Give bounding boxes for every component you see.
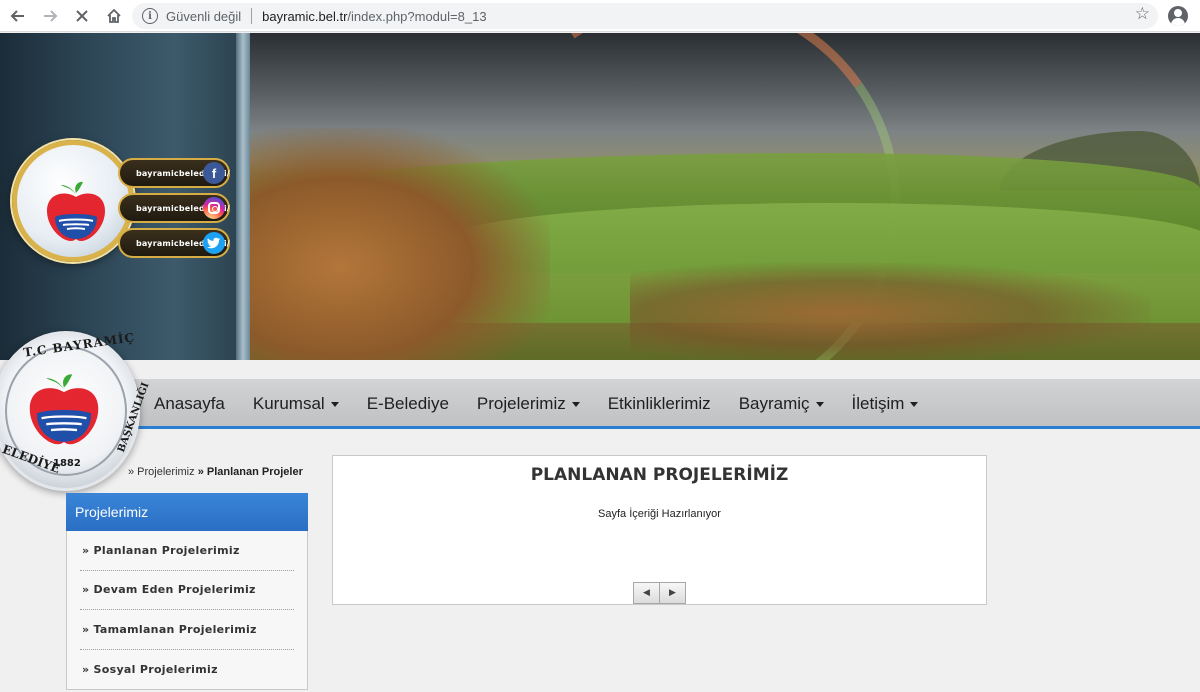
seal-year: 1882 <box>53 458 81 469</box>
header-divider <box>236 33 250 360</box>
omnibox-separator <box>251 8 253 24</box>
caret-down-icon <box>910 401 919 407</box>
menu-item-projelerimiz[interactable]: Projelerimiz <box>463 394 594 414</box>
menu-item-anasayfa[interactable]: Anasayfa <box>140 394 239 414</box>
stop-loading-icon[interactable] <box>68 2 96 30</box>
menu-item-etkinliklerimiz[interactable]: Etkinliklerimiz <box>594 394 725 414</box>
forward-arrow-icon[interactable] <box>36 2 64 30</box>
sidebar-menu: » Planlanan Projelerimiz » Devam Eden Pr… <box>66 531 308 690</box>
menu-label: Kurumsal <box>252 394 325 413</box>
facebook-link[interactable]: bayramicbelediyesi/ f <box>118 158 230 188</box>
menu-label: Etkinliklerimiz <box>607 394 711 413</box>
caret-down-icon <box>815 401 824 407</box>
facebook-icon: f <box>203 162 225 184</box>
municipality-logo[interactable] <box>12 140 134 262</box>
menu-label: E-Belediye <box>366 394 449 413</box>
menu-item-kurumsal[interactable]: Kurumsal <box>239 394 353 414</box>
sidebar-item-devam-eden[interactable]: » Devam Eden Projelerimiz <box>80 571 294 610</box>
arrow-left-icon: ◀ <box>643 588 650 598</box>
main-menu: Anasayfa Kurumsal E-Belediye Projelerimi… <box>140 379 932 429</box>
municipality-seal[interactable]: T.C BAYRAMİÇ ELEDİYE BAŞKANLIĞI 1882 <box>0 330 152 491</box>
breadcrumb-parent[interactable]: » Projelerimiz <box>128 466 195 478</box>
url-text[interactable]: bayramic.bel.tr/index.php?modul=8_13 <box>262 9 486 24</box>
caret-down-icon <box>571 401 580 407</box>
arrow-right-icon: ▶ <box>669 588 676 598</box>
url-path: /index.php?modul=8_13 <box>347 8 487 24</box>
menu-item-iletisim[interactable]: İletişim <box>838 394 933 414</box>
back-arrow-icon[interactable] <box>4 2 32 30</box>
apple-logo-icon <box>29 374 99 445</box>
breadcrumb: » Projelerimiz » Planlanan Projeler <box>128 466 303 478</box>
banner-trees-left <box>250 128 550 360</box>
menu-label: İletişim <box>851 394 905 413</box>
prev-page-button[interactable]: ◀ <box>633 582 660 604</box>
content-panel: PLANLANAN PROJELERİMİZ Sayfa İçeriği Haz… <box>332 455 987 605</box>
pager: ◀ ▶ <box>633 582 686 604</box>
instagram-icon <box>203 197 225 219</box>
info-icon[interactable]: i <box>142 8 158 24</box>
breadcrumb-current: » Planlanan Projeler <box>197 466 303 478</box>
header-logo-panel: bayramicbelediyesi/ f bayramicbelediyesi… <box>0 33 250 360</box>
sidebar-item-sosyal[interactable]: » Sosyal Projelerimiz <box>80 650 294 690</box>
header-banner-image <box>250 33 1200 360</box>
instagram-link[interactable]: bayramicbelediyesi/ <box>118 193 230 223</box>
bookmark-star-icon[interactable]: ☆ <box>1135 4 1150 24</box>
security-label: Güvenli değil <box>166 8 242 24</box>
page-body-text: Sayfa İçeriği Hazırlanıyor <box>598 508 721 520</box>
next-page-button[interactable]: ▶ <box>659 582 686 604</box>
twitter-icon <box>203 232 225 254</box>
sidebar-item-tamamlanan[interactable]: » Tamamlanan Projelerimiz <box>80 610 294 650</box>
twitter-link[interactable]: bayramicbelediyesi/ <box>118 228 230 258</box>
menu-item-bayramic[interactable]: Bayramiç <box>725 394 838 414</box>
account-icon[interactable] <box>1168 6 1188 26</box>
browser-toolbar: i Güvenli değil bayramic.bel.tr/index.ph… <box>0 0 1200 32</box>
page-title: PLANLANAN PROJELERİMİZ <box>530 465 789 485</box>
main-navigation: Anasayfa Kurumsal E-Belediye Projelerimi… <box>0 379 1200 429</box>
apple-logo-icon <box>47 181 105 241</box>
address-bar[interactable]: i Güvenli değil bayramic.bel.tr/index.ph… <box>132 3 1158 29</box>
sidebar-title: Projelerimiz <box>75 504 149 520</box>
menu-label: Anasayfa <box>154 394 225 413</box>
menu-label: Projelerimiz <box>476 394 566 413</box>
banner-trees-center <box>630 263 1150 360</box>
menu-label: Bayramiç <box>738 394 810 413</box>
sidebar-header: Projelerimiz <box>66 493 308 531</box>
home-icon[interactable] <box>100 2 128 30</box>
caret-down-icon <box>330 401 339 407</box>
menu-item-e-belediye[interactable]: E-Belediye <box>353 394 463 414</box>
url-host: bayramic.bel.tr <box>262 8 348 24</box>
sidebar-item-planlanan[interactable]: » Planlanan Projelerimiz <box>80 531 294 571</box>
